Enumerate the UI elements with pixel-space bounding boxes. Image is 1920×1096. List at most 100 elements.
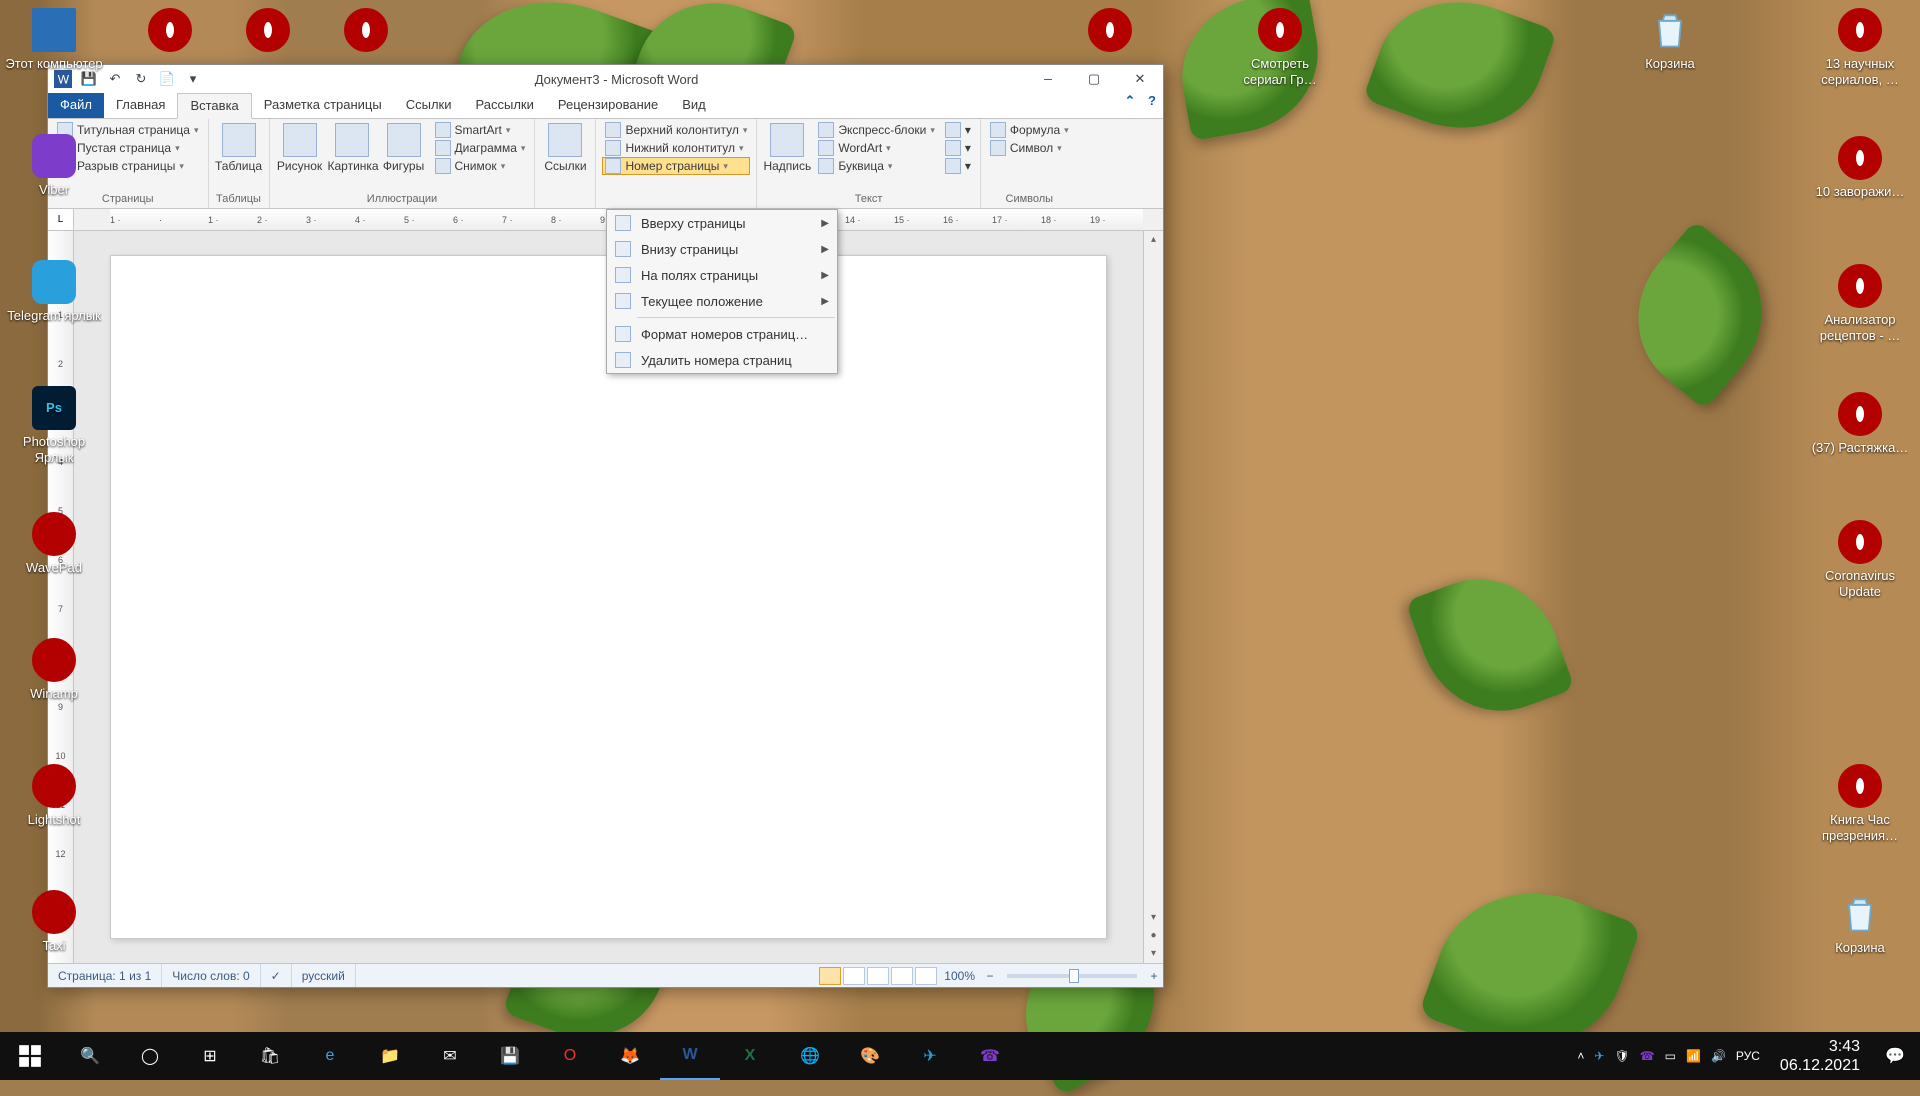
taskbar-app-paint[interactable]: 🎨: [840, 1032, 900, 1080]
zoom-value[interactable]: 100%: [938, 969, 981, 983]
status-words[interactable]: Число слов: 0: [162, 964, 260, 987]
menu-item[interactable]: На полях страницы▶: [607, 262, 837, 288]
action-center-button[interactable]: 💬: [1870, 1032, 1920, 1080]
tab-selector[interactable]: L: [48, 209, 74, 230]
browse-object-icon[interactable]: ●: [1150, 927, 1156, 945]
search-button[interactable]: 🔍: [60, 1032, 120, 1080]
ribbon-button[interactable]: Буквица ▾: [815, 157, 937, 175]
desktop-icon[interactable]: (37) Растяжка…: [1810, 392, 1910, 456]
desktop-icon-opera[interactable]: [316, 8, 416, 56]
status-language[interactable]: русский: [292, 964, 356, 987]
task-view-button[interactable]: ⊞: [180, 1032, 240, 1080]
start-button[interactable]: [0, 1032, 60, 1080]
ribbon-button[interactable]: Экспресс-блоки ▾: [815, 121, 937, 139]
taskbar-app-firefox[interactable]: 🦊: [600, 1032, 660, 1080]
vertical-ruler[interactable]: 123456789101112: [48, 231, 74, 963]
table-button[interactable]: Таблица: [215, 121, 263, 173]
view-full-screen[interactable]: [843, 967, 865, 985]
links-button[interactable]: Ссылки: [541, 121, 589, 173]
tab-Рецензирование[interactable]: Рецензирование: [546, 93, 670, 118]
maximize-button[interactable]: ▢: [1071, 65, 1117, 93]
text-extra-1[interactable]: ▾: [942, 121, 974, 139]
ribbon-button[interactable]: Нижний колонтитул ▾: [602, 139, 750, 157]
menu-item[interactable]: Вверху страницы▶: [607, 210, 837, 236]
menu-item[interactable]: Формат номеров страниц…: [607, 321, 837, 347]
tray-telegram-icon[interactable]: ✈: [1594, 1049, 1604, 1063]
zoom-out-button[interactable]: −: [981, 969, 999, 983]
desktop-icon[interactable]: WavePad: [4, 512, 104, 576]
desktop-icon[interactable]: Taxi: [4, 890, 104, 954]
desktop-icon[interactable]: Coronavirus Update: [1810, 520, 1910, 599]
scroll-up-icon[interactable]: ▴: [1151, 231, 1156, 249]
ribbon-minimize-icon[interactable]: ⌃: [1119, 93, 1141, 118]
ribbon-button[interactable]: Снимок ▾: [432, 157, 529, 175]
taskbar-app-telegram[interactable]: ✈: [900, 1032, 960, 1080]
taskbar-app-store[interactable]: 🛍: [240, 1032, 300, 1080]
desktop-icon[interactable]: Telegram ярлык: [4, 260, 104, 324]
scroll-down-icon[interactable]: ▾: [1151, 909, 1156, 927]
ribbon-button[interactable]: Формула ▾: [987, 121, 1072, 139]
qat-button[interactable]: 📄: [158, 70, 176, 88]
taskbar-app-ie[interactable]: e: [300, 1032, 360, 1080]
textbox-button[interactable]: Надпись: [763, 121, 811, 173]
close-button[interactable]: ✕: [1117, 65, 1163, 93]
redo-button[interactable]: ↻: [132, 70, 150, 88]
taskbar-app-viber[interactable]: ☎: [960, 1032, 1020, 1080]
view-web[interactable]: [867, 967, 889, 985]
undo-button[interactable]: ↶: [106, 70, 124, 88]
desktop-icon[interactable]: Lightshot: [4, 764, 104, 828]
menu-item[interactable]: Удалить номера страниц: [607, 347, 837, 373]
taskbar-app-opera[interactable]: O: [540, 1032, 600, 1080]
next-page-icon[interactable]: ▾: [1151, 945, 1156, 963]
desktop-icon[interactable]: Winamp: [4, 638, 104, 702]
tab-Ссылки[interactable]: Ссылки: [394, 93, 464, 118]
desktop-icon-opera[interactable]: [120, 8, 220, 56]
menu-item[interactable]: Внизу страницы▶: [607, 236, 837, 262]
tray-language[interactable]: РУС: [1736, 1049, 1760, 1063]
ribbon-button[interactable]: Номер страницы ▾: [602, 157, 750, 175]
taskbar-app-explorer[interactable]: 📁: [360, 1032, 420, 1080]
ribbon-button[interactable]: SmartArt ▾: [432, 121, 529, 139]
desktop-icon[interactable]: Анализатор рецептов - …: [1810, 264, 1910, 343]
clipart-button[interactable]: Картинка: [328, 121, 376, 173]
titlebar[interactable]: W 💾 ↶ ↻ 📄 ▾ Документ3 - Microsoft Word —…: [48, 65, 1163, 93]
desktop-icon-opera[interactable]: [218, 8, 318, 56]
cortana-button[interactable]: ◯: [120, 1032, 180, 1080]
vertical-scrollbar[interactable]: ▴ ▾ ● ▾: [1143, 231, 1163, 963]
desktop-icon[interactable]: Этот компьютер: [4, 8, 104, 72]
tab-Вид[interactable]: Вид: [670, 93, 718, 118]
tab-Файл[interactable]: Файл: [48, 93, 104, 118]
view-print-layout[interactable]: [819, 967, 841, 985]
desktop-icon[interactable]: 13 научных сериалов, …: [1810, 8, 1910, 87]
desktop-icon[interactable]: PsPhotoshop Ярлык: [4, 386, 104, 465]
ribbon-button[interactable]: Верхний колонтитул ▾: [602, 121, 750, 139]
desktop-icon[interactable]: Корзина: [1620, 8, 1720, 72]
zoom-slider[interactable]: [1007, 974, 1137, 978]
desktop-icon[interactable]: 10 заворажи…: [1810, 136, 1910, 200]
zoom-in-button[interactable]: +: [1145, 969, 1163, 983]
tray-viber-icon[interactable]: ☎: [1640, 1049, 1655, 1063]
text-extra-3[interactable]: ▾: [942, 157, 974, 175]
view-outline[interactable]: [891, 967, 913, 985]
tray-security-icon[interactable]: 🛡: [1614, 1049, 1629, 1063]
minimize-button[interactable]: —: [1025, 65, 1071, 93]
qat-customize[interactable]: ▾: [184, 70, 202, 88]
view-draft[interactable]: [915, 967, 937, 985]
taskbar-app-word[interactable]: W: [660, 1032, 720, 1080]
tab-Разметка страницы[interactable]: Разметка страницы: [252, 93, 394, 118]
picture-button[interactable]: Рисунок: [276, 121, 324, 173]
desktop-icon[interactable]: Viber: [4, 134, 104, 198]
taskbar-clock[interactable]: 3:43 06.12.2021: [1770, 1037, 1870, 1075]
desktop-icon[interactable]: Смотреть сериал Гр…: [1230, 8, 1330, 87]
tray-battery-icon[interactable]: ▭: [1665, 1049, 1676, 1063]
desktop-icon[interactable]: Книга Час презрения…: [1810, 764, 1910, 843]
tab-Рассылки[interactable]: Рассылки: [464, 93, 546, 118]
menu-item[interactable]: Текущее положение▶: [607, 288, 837, 314]
help-icon[interactable]: ?: [1141, 93, 1163, 118]
ribbon-button[interactable]: Символ ▾: [987, 139, 1072, 157]
taskbar-app-mail[interactable]: ✉: [420, 1032, 480, 1080]
taskbar-app-edge[interactable]: 🌐: [780, 1032, 840, 1080]
ribbon-button[interactable]: Диаграмма ▾: [432, 139, 529, 157]
taskbar-app-save[interactable]: 💾: [480, 1032, 540, 1080]
shapes-button[interactable]: Фигуры: [380, 121, 428, 173]
